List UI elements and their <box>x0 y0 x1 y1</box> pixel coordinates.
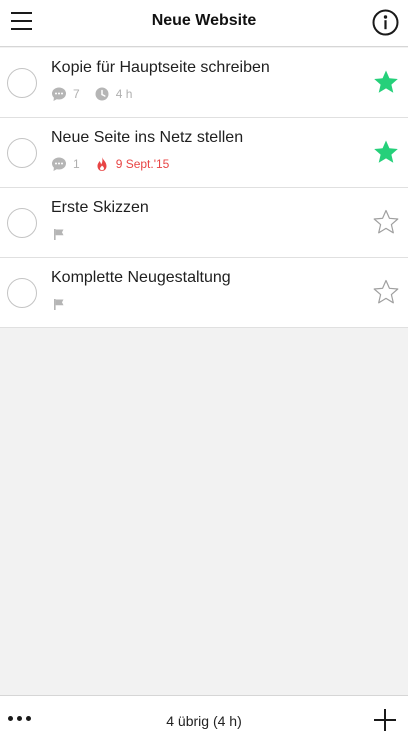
task-meta: 1 9 Sept.'15 <box>51 156 183 172</box>
flag-icon <box>51 296 67 312</box>
flag-icon <box>51 226 67 242</box>
task-meta <box>51 296 67 312</box>
task-list: Kopie für Hauptseite schreiben 7 4 h Neu… <box>0 48 408 328</box>
task-row[interactable]: Kopie für Hauptseite schreiben 7 4 h <box>0 48 408 118</box>
task-checkbox[interactable] <box>7 138 37 168</box>
task-checkbox[interactable] <box>7 208 37 238</box>
comment-icon <box>51 86 67 102</box>
info-icon[interactable] <box>372 9 399 36</box>
task-title: Kopie für Hauptseite schreiben <box>51 59 270 76</box>
star-icon[interactable] <box>373 69 399 95</box>
comment-count: 7 <box>73 87 80 101</box>
comment-icon <box>51 156 67 172</box>
task-row[interactable]: Neue Seite ins Netz stellen 1 9 Sept.'15 <box>0 118 408 188</box>
task-meta <box>51 226 67 242</box>
remaining-count: 4 übrig (4 h) <box>166 713 242 729</box>
flame-icon <box>94 156 110 172</box>
comment-count: 1 <box>73 157 80 171</box>
task-meta: 7 4 h <box>51 86 146 102</box>
task-title: Erste Skizzen <box>51 199 149 216</box>
task-checkbox[interactable] <box>7 278 37 308</box>
task-checkbox[interactable] <box>7 68 37 98</box>
plus-icon[interactable] <box>374 709 396 731</box>
time-estimate: 4 h <box>115 87 133 101</box>
due-date: 9 Sept.'15 <box>115 157 170 171</box>
hamburger-menu-icon[interactable] <box>10 10 34 34</box>
bottom-bar: 4 übrig (4 h) <box>0 695 408 736</box>
star-outline-icon[interactable] <box>373 209 399 235</box>
page-title: Neue Website <box>151 12 257 29</box>
task-title: Komplette Neugestaltung <box>51 269 231 286</box>
task-row[interactable]: Komplette Neugestaltung <box>0 258 408 328</box>
task-row[interactable]: Erste Skizzen <box>0 188 408 258</box>
star-outline-icon[interactable] <box>373 279 399 305</box>
clock-icon <box>94 86 110 102</box>
top-bar: Neue Website <box>0 0 408 47</box>
task-title: Neue Seite ins Netz stellen <box>51 129 244 146</box>
star-icon[interactable] <box>373 139 399 165</box>
